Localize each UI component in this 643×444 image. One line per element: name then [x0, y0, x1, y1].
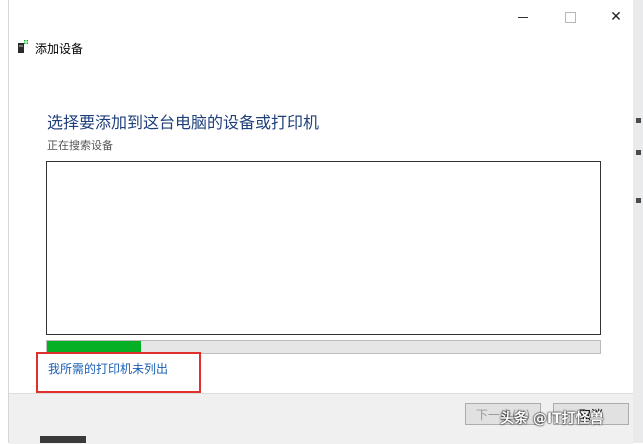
annotation-highlight-box: [36, 352, 201, 393]
page-heading: 选择要添加到这台电脑的设备或打印机: [47, 113, 320, 132]
device-list[interactable]: [46, 161, 601, 335]
search-status: 正在搜索设备: [47, 139, 113, 152]
maximize-button[interactable]: [559, 6, 581, 28]
close-icon: ✕: [610, 9, 622, 25]
add-device-dialog: ✕ 添加设备 选择要添加到这台电脑的设备或打印机 正在搜索设备 我所需的打印机未…: [8, 0, 633, 444]
maximize-icon: [564, 11, 576, 23]
background-window-edge: [632, 0, 643, 443]
add-device-icon: [18, 40, 28, 53]
background-taskbar-item: [40, 436, 86, 443]
background-marker: [636, 150, 641, 155]
watermark-text: 头条 @IT打怪兽: [500, 411, 604, 427]
dialog-title: 添加设备: [35, 42, 84, 56]
minimize-icon: [518, 16, 528, 18]
background-marker: [636, 198, 641, 203]
close-button[interactable]: ✕: [605, 6, 627, 28]
background-marker: [636, 118, 641, 123]
minimize-button[interactable]: [512, 6, 534, 28]
